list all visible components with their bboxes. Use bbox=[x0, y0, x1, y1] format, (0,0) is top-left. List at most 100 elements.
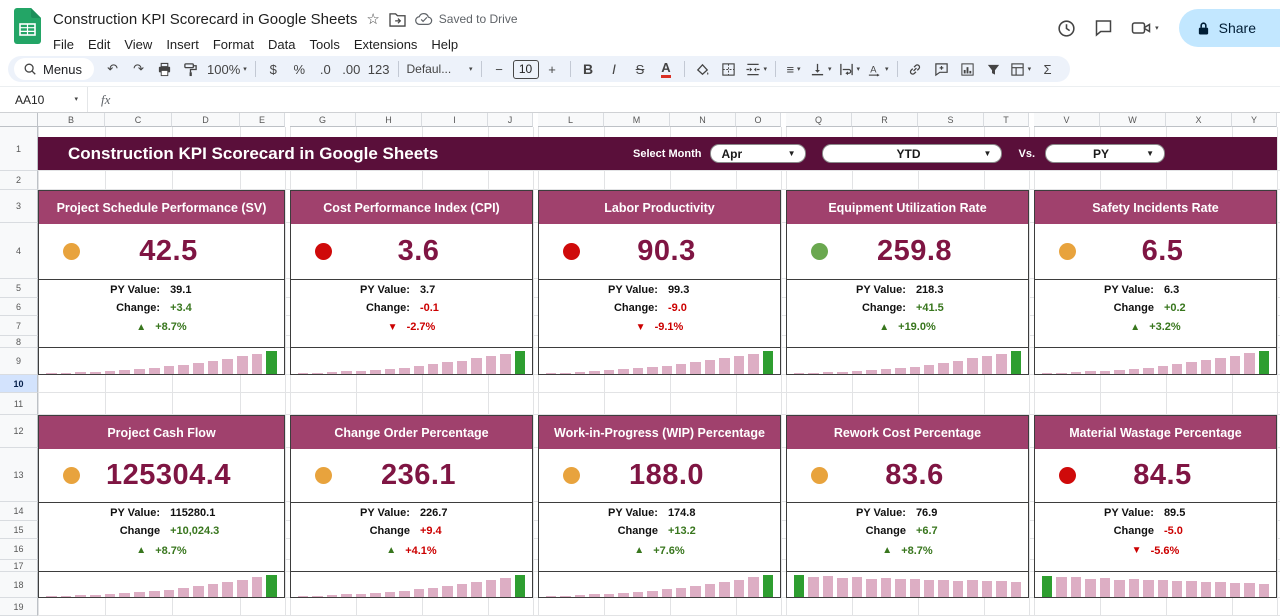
kpi-value-row: 188.0 bbox=[539, 449, 780, 503]
insert-comment-button[interactable] bbox=[929, 58, 954, 80]
star-icon[interactable]: ☆ bbox=[366, 10, 379, 28]
column-header-E[interactable]: E bbox=[240, 113, 285, 127]
change-row: Change+9.4 bbox=[291, 522, 532, 540]
merge-cells-button[interactable]: ▾ bbox=[742, 58, 771, 80]
sheets-logo-icon[interactable] bbox=[14, 8, 41, 49]
font-family-select[interactable]: Defaul... ▾ bbox=[404, 58, 476, 80]
name-box[interactable]: AA10 ▾ bbox=[0, 87, 88, 112]
column-header-Y[interactable]: Y bbox=[1232, 113, 1277, 127]
menu-tools[interactable]: Tools bbox=[302, 34, 346, 55]
column-header-B[interactable]: B bbox=[38, 113, 105, 127]
menu-format[interactable]: Format bbox=[206, 34, 261, 55]
row-header-15[interactable]: 15 bbox=[0, 521, 38, 539]
row-header-7[interactable]: 7 bbox=[0, 316, 38, 336]
select-all-corner[interactable] bbox=[0, 113, 38, 127]
column-header-G[interactable]: G bbox=[290, 113, 356, 127]
kpi-value: 6.5 bbox=[1142, 235, 1184, 268]
menus-search-button[interactable]: Menus bbox=[14, 58, 94, 80]
column-header-N[interactable]: N bbox=[670, 113, 736, 127]
kpi-card: Equipment Utilization Rate259.8PY Value:… bbox=[786, 190, 1029, 375]
column-header-R[interactable]: R bbox=[852, 113, 918, 127]
italic-button[interactable]: I bbox=[602, 58, 627, 80]
row-header-4[interactable]: 4 bbox=[0, 223, 38, 279]
menu-help[interactable]: Help bbox=[424, 34, 465, 55]
row-header-12[interactable]: 12 bbox=[0, 415, 38, 448]
saved-status[interactable]: Saved to Drive bbox=[415, 12, 518, 26]
text-rotation-button[interactable]: A ▾ bbox=[864, 58, 892, 80]
percent-format-button[interactable]: % bbox=[287, 58, 312, 80]
column-header-D[interactable]: D bbox=[172, 113, 240, 127]
fill-color-button[interactable] bbox=[690, 58, 715, 80]
spark-bar bbox=[748, 354, 758, 374]
row-header-17[interactable]: 17 bbox=[0, 560, 38, 572]
text-color-button[interactable]: A bbox=[654, 58, 679, 80]
strikethrough-button[interactable]: S bbox=[628, 58, 653, 80]
row-header-19[interactable]: 19 bbox=[0, 598, 38, 616]
borders-button[interactable] bbox=[716, 58, 741, 80]
column-header-C[interactable]: C bbox=[105, 113, 172, 127]
functions-button[interactable]: Σ bbox=[1035, 58, 1060, 80]
row-header-11[interactable]: 11 bbox=[0, 393, 38, 415]
column-header-H[interactable]: H bbox=[356, 113, 422, 127]
row-header-3[interactable]: 3 bbox=[0, 190, 38, 223]
row-header-13[interactable]: 13 bbox=[0, 448, 38, 502]
increase-decimal-button[interactable]: .00 bbox=[339, 58, 364, 80]
column-header-X[interactable]: X bbox=[1166, 113, 1232, 127]
decrease-font-size-button[interactable]: − bbox=[487, 58, 512, 80]
decrease-decimal-button[interactable]: .0 bbox=[313, 58, 338, 80]
number-format-button[interactable]: 123 bbox=[365, 58, 393, 80]
column-header-J[interactable]: J bbox=[488, 113, 533, 127]
column-header-M[interactable]: M bbox=[604, 113, 670, 127]
menu-edit[interactable]: Edit bbox=[81, 34, 117, 55]
menu-insert[interactable]: Insert bbox=[159, 34, 206, 55]
column-header-O[interactable]: O bbox=[736, 113, 781, 127]
version-history-icon[interactable] bbox=[1056, 18, 1077, 39]
period-dropdown[interactable]: YTD ▼ bbox=[822, 144, 1002, 163]
create-filter-button[interactable] bbox=[981, 58, 1006, 80]
undo-button[interactable]: ↶ bbox=[100, 58, 125, 80]
row-header-16[interactable]: 16 bbox=[0, 539, 38, 560]
redo-button[interactable]: ↷ bbox=[126, 58, 151, 80]
menu-extensions[interactable]: Extensions bbox=[347, 34, 425, 55]
row-header-14[interactable]: 14 bbox=[0, 502, 38, 521]
row-header-2[interactable]: 2 bbox=[0, 171, 38, 190]
column-header-S[interactable]: S bbox=[918, 113, 984, 127]
formula-input[interactable] bbox=[123, 87, 1280, 112]
table-views-button[interactable]: ▾ bbox=[1007, 58, 1035, 80]
row-header-10[interactable]: 10 bbox=[0, 375, 38, 393]
column-header-W[interactable]: W bbox=[1100, 113, 1166, 127]
compare-dropdown[interactable]: PY ▼ bbox=[1045, 144, 1165, 163]
print-button[interactable] bbox=[152, 58, 177, 80]
horizontal-align-button[interactable]: ≡ ▾ bbox=[781, 58, 806, 80]
row-header-5[interactable]: 5 bbox=[0, 279, 38, 298]
currency-format-button[interactable]: $ bbox=[261, 58, 286, 80]
insert-link-button[interactable] bbox=[903, 58, 928, 80]
insert-chart-button[interactable] bbox=[955, 58, 980, 80]
row-header-6[interactable]: 6 bbox=[0, 298, 38, 316]
vertical-align-button[interactable]: ▾ bbox=[807, 58, 835, 80]
paint-format-button[interactable] bbox=[178, 58, 203, 80]
month-dropdown[interactable]: Apr ▼ bbox=[710, 144, 806, 163]
doc-title[interactable]: Construction KPI Scorecard in Google She… bbox=[53, 11, 357, 28]
column-header-Q[interactable]: Q bbox=[786, 113, 852, 127]
comment-history-icon[interactable] bbox=[1093, 18, 1114, 38]
increase-font-size-button[interactable]: + bbox=[540, 58, 565, 80]
column-header-I[interactable]: I bbox=[422, 113, 488, 127]
text-wrap-button[interactable]: ▾ bbox=[836, 58, 864, 80]
column-header-V[interactable]: V bbox=[1034, 113, 1100, 127]
zoom-select[interactable]: 100% ▾ bbox=[204, 58, 250, 80]
column-header-L[interactable]: L bbox=[538, 113, 604, 127]
menu-file[interactable]: File bbox=[46, 34, 81, 55]
bold-button[interactable]: B bbox=[576, 58, 601, 80]
share-button[interactable]: Share bbox=[1179, 9, 1280, 47]
meet-camera-icon[interactable]: ▾ bbox=[1130, 18, 1159, 38]
row-header-1[interactable]: 1 bbox=[0, 127, 38, 171]
row-header-18[interactable]: 18 bbox=[0, 572, 38, 598]
row-header-9[interactable]: 9 bbox=[0, 348, 38, 375]
menu-data[interactable]: Data bbox=[261, 34, 302, 55]
column-header-T[interactable]: T bbox=[984, 113, 1029, 127]
font-size-input[interactable]: 10 bbox=[513, 60, 539, 79]
menu-view[interactable]: View bbox=[117, 34, 159, 55]
row-header-8[interactable]: 8 bbox=[0, 336, 38, 348]
move-folder-icon[interactable] bbox=[389, 12, 406, 27]
